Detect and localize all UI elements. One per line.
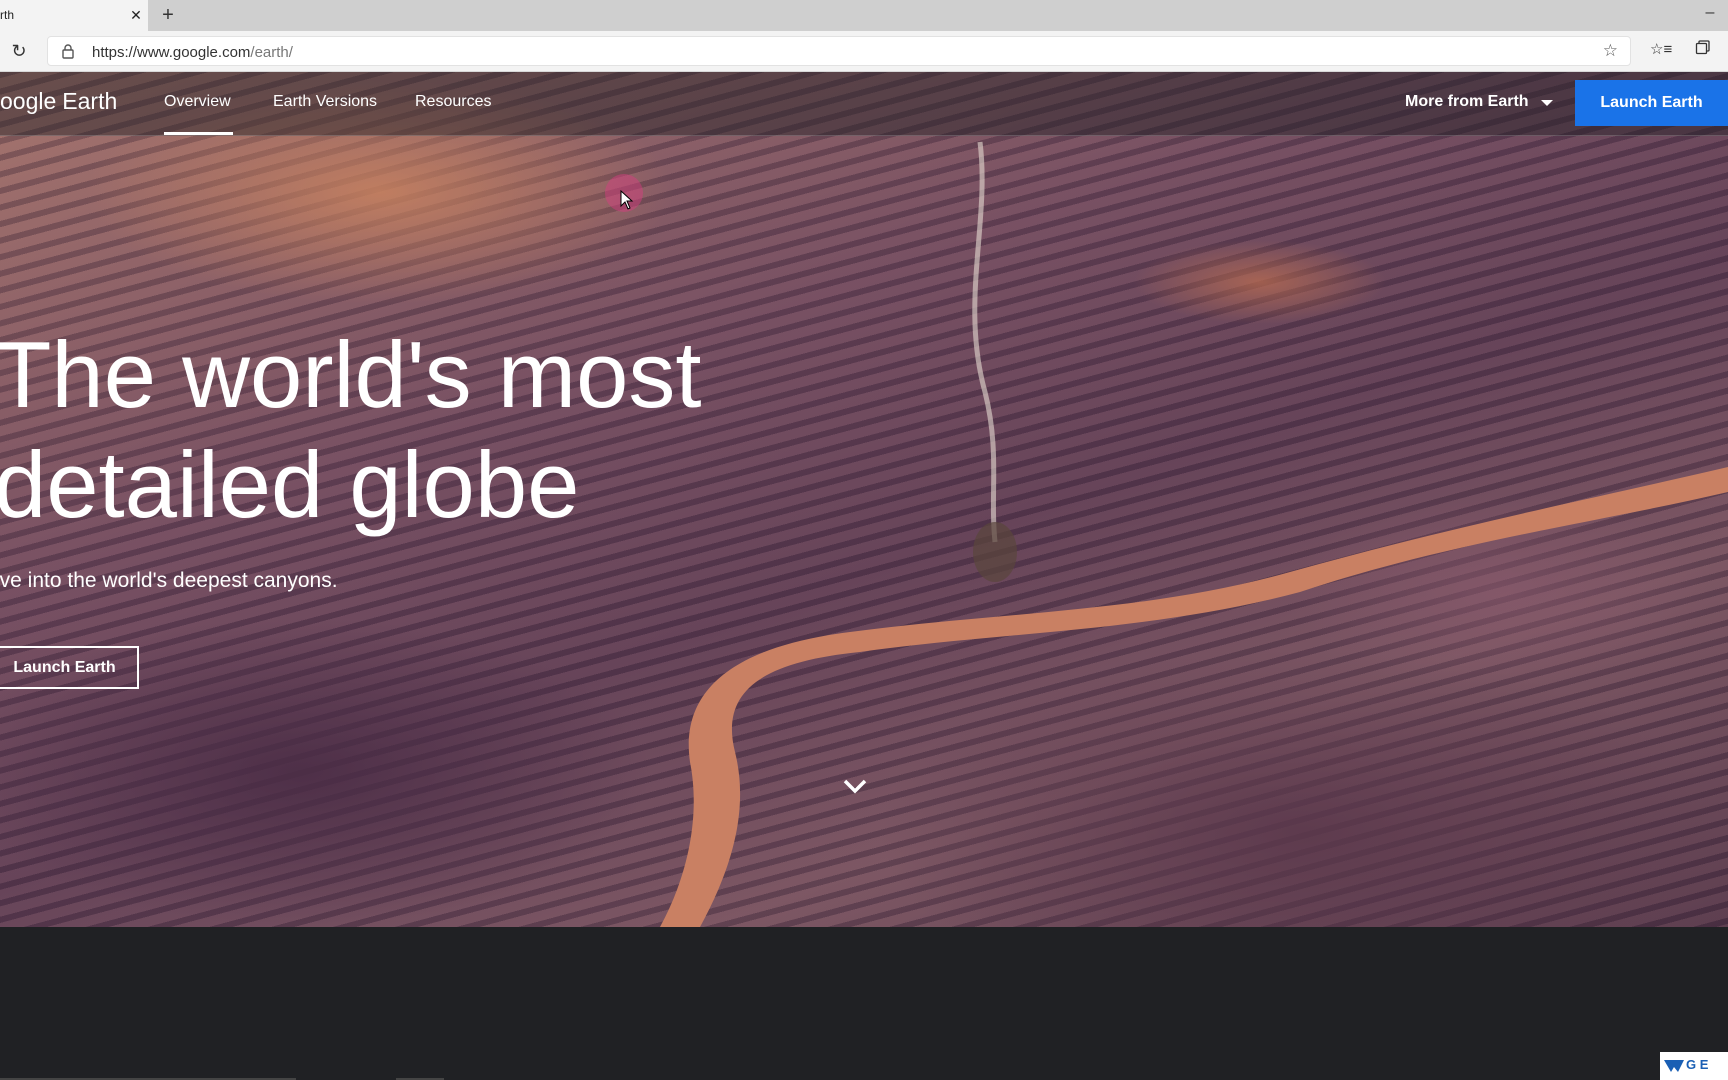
url-host: https://www.google.com [92, 44, 251, 61]
address-bar: ↻ https://www.google.com/earth/ ☆ ☆≡ [0, 31, 1728, 72]
browser-tab[interactable]: rth ✕ [0, 0, 148, 31]
launch-earth-button-header[interactable]: Launch Earth [1575, 80, 1728, 126]
logo-google-text: oogle [0, 88, 57, 114]
url-field[interactable]: https://www.google.com/earth/ ☆ [47, 36, 1631, 66]
hero-section: oogle Earth Overview Earth Versions Resou… [0, 72, 1728, 927]
nav-link-resources[interactable]: Resources [415, 93, 491, 111]
favorites-icon[interactable]: ☆≡ [1650, 40, 1672, 58]
more-from-earth-dropdown[interactable]: More from Earth [1405, 93, 1529, 111]
mouse-cursor-icon [620, 190, 634, 210]
minimize-button[interactable]: – [1700, 4, 1720, 24]
nav-link-overview[interactable]: Overview [164, 93, 231, 111]
tab-strip: rth ✕ + – [0, 0, 1728, 31]
hero-subtext: ive into the world's deepest canyons. [0, 569, 338, 592]
url-text: https://www.google.com/earth/ [92, 44, 293, 61]
active-tab-indicator [164, 132, 233, 135]
logo-product-text: Earth [62, 88, 118, 114]
close-tab-icon[interactable]: ✕ [128, 6, 144, 24]
collections-icon[interactable] [1695, 39, 1711, 55]
launch-earth-button-hero[interactable]: Launch Earth [0, 646, 139, 689]
tab-title: rth [0, 8, 15, 22]
lock-icon [62, 44, 74, 59]
scroll-down-chevron-icon[interactable] [842, 778, 868, 796]
corner-badge: G E [1660, 1052, 1728, 1080]
hero-headline: The world's most detailed globe [0, 320, 701, 540]
headline-line-2: detailed globe [0, 432, 580, 537]
new-tab-button[interactable]: + [158, 4, 178, 26]
google-earth-logo[interactable]: oogle Earth [0, 88, 117, 115]
url-path: /earth/ [250, 44, 293, 61]
reload-icon[interactable]: ↻ [8, 40, 30, 62]
dropdown-caret-icon[interactable] [1541, 100, 1553, 106]
star-icon[interactable]: ☆ [1603, 41, 1618, 61]
top-navigation: oogle Earth Overview Earth Versions Resou… [0, 72, 1728, 136]
headline-line-1: The world's most [0, 322, 702, 427]
badge-text: G E [1686, 1057, 1709, 1072]
badge-logo-icon [1664, 1060, 1684, 1072]
nav-link-earth-versions[interactable]: Earth Versions [273, 93, 377, 111]
